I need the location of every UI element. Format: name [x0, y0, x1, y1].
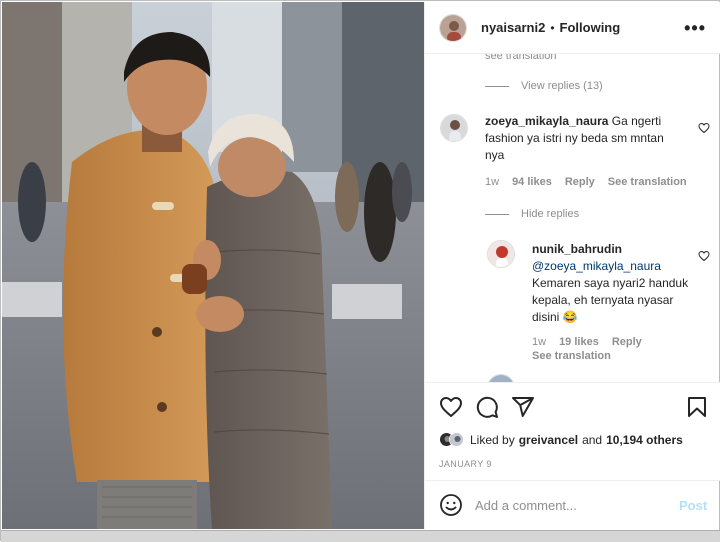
view-replies-toggle[interactable]: View replies (13)	[485, 80, 603, 92]
replies-divider	[485, 85, 509, 87]
post-photo-image	[2, 2, 424, 529]
author-avatar[interactable]	[439, 13, 467, 42]
heart-icon[interactable]	[439, 395, 463, 419]
like-reply-heart-icon[interactable]	[698, 250, 710, 262]
reply-text: nunik_bahrudin @zoeya_mikayla_naura Kema…	[532, 241, 692, 326]
comment-text: zoeya_mikayla_naura Ga ngerti fashion ya…	[485, 113, 675, 164]
comment-composer: Post	[425, 480, 720, 529]
reply-see-translation-button[interactable]: See translation	[532, 350, 611, 362]
comment-input[interactable]	[475, 497, 671, 513]
comments-list[interactable]: see translation View replies (13) zoeya_…	[425, 54, 720, 382]
reply-meta: 1w 19 likes Reply	[532, 336, 642, 348]
reply-button[interactable]: Reply	[565, 176, 595, 188]
reply-likes-count[interactable]: 19 likes	[559, 336, 599, 348]
see-translation-link[interactable]: see translation	[485, 54, 557, 62]
emoji-icon[interactable]	[439, 493, 463, 517]
reply-mention-link[interactable]: @zoeya_mikayla_naura	[532, 259, 661, 273]
reply-message: Kemaren saya nyari2 handuk kepala, eh te…	[532, 276, 689, 324]
comment-likes-count[interactable]: 94 likes	[512, 176, 552, 188]
liked-by-joiner: and	[582, 432, 603, 447]
author-username[interactable]: nyaisarni2	[481, 20, 545, 35]
comment-username[interactable]: zoeya_mikayla_naura	[485, 114, 608, 128]
liked-by-summary[interactable]: Liked by greivancel and 10,194 others	[439, 432, 683, 447]
share-icon[interactable]	[511, 395, 535, 419]
following-button[interactable]: Following	[560, 20, 621, 35]
reply-reply-button[interactable]: Reply	[612, 336, 642, 348]
see-translation-button[interactable]: See translation	[608, 176, 687, 188]
bookmark-icon[interactable]	[685, 395, 709, 419]
window-bottom-edge	[1, 530, 720, 542]
commenter-avatar[interactable]	[440, 114, 468, 142]
liked-by-count[interactable]: 10,194 others	[606, 433, 683, 447]
comment-icon[interactable]	[475, 395, 499, 419]
more-icon[interactable]: •••	[684, 18, 706, 39]
liker-avatar	[449, 432, 464, 447]
next-reply-avatar[interactable]	[487, 374, 515, 382]
liked-by-user[interactable]: greivancel	[519, 433, 578, 447]
liked-by-prefix: Liked by	[470, 432, 515, 447]
post-date[interactable]: JANUARY 9	[439, 459, 492, 469]
hide-replies-toggle[interactable]: Hide replies	[485, 208, 579, 220]
reply-username[interactable]: nunik_bahrudin	[532, 242, 622, 256]
hide-replies-label: Hide replies	[521, 208, 580, 220]
comment-time: 1w	[485, 176, 500, 188]
post-header: nyaisarni2 • Following •••	[425, 2, 720, 54]
view-replies-label: View replies (13)	[521, 80, 603, 92]
like-comment-heart-icon[interactable]	[698, 122, 710, 134]
comment-meta: 1w 94 likes Reply See translation	[485, 176, 687, 188]
post-details-panel: nyaisarni2 • Following ••• see translati…	[424, 2, 720, 529]
reply-time: 1w	[532, 336, 547, 348]
post-actions: Liked by greivancel and 10,194 others JA…	[425, 382, 720, 480]
reply-avatar[interactable]	[487, 240, 515, 268]
instagram-post-window: nyaisarni2 • Following ••• see translati…	[0, 0, 720, 542]
replies-divider	[485, 213, 509, 215]
reply-meta-2: See translation	[532, 350, 611, 362]
post-photo[interactable]	[2, 2, 424, 529]
post-comment-button[interactable]: Post	[679, 498, 707, 513]
header-separator: •	[550, 20, 555, 35]
